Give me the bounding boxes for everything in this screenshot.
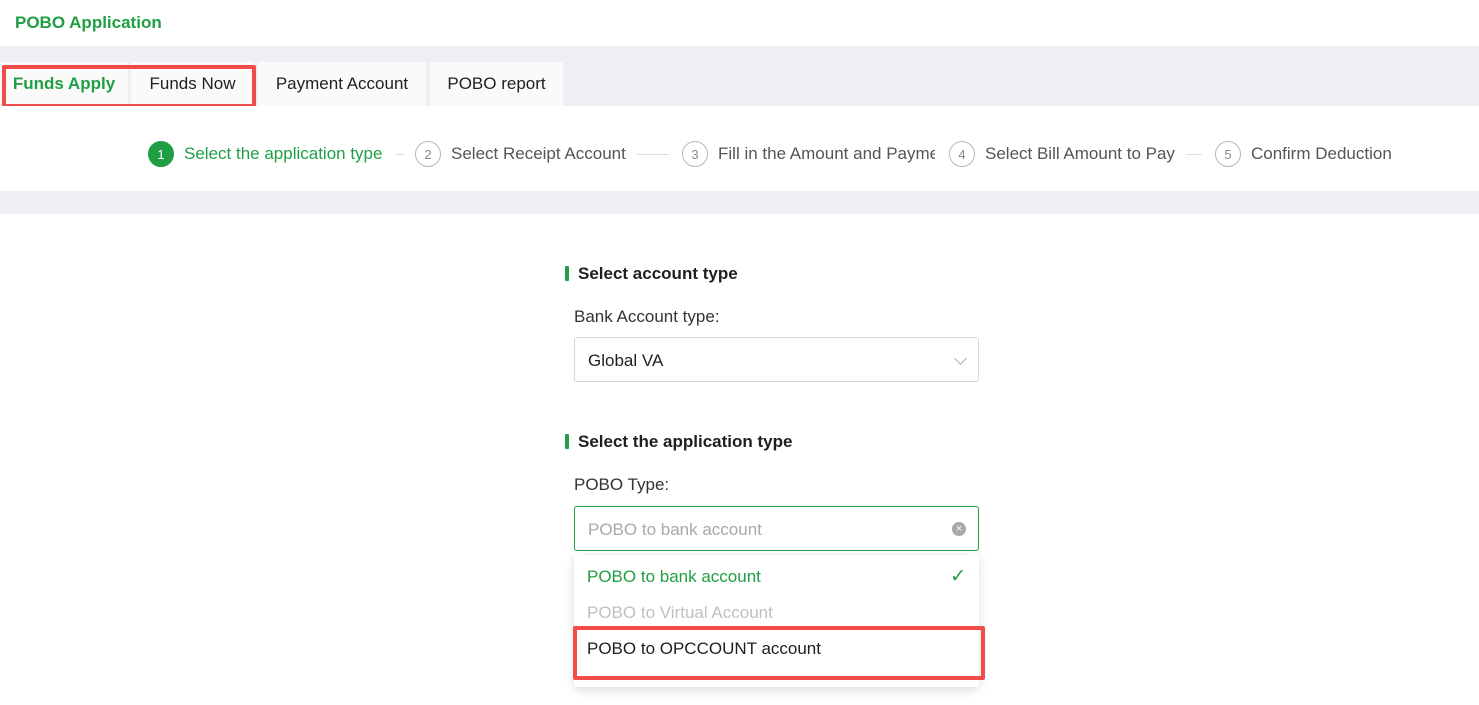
bank-account-type-select[interactable]: Global VA [574, 337, 979, 382]
check-icon: ✓ [950, 566, 966, 587]
step-5: 5 Confirm Deduction [1215, 141, 1392, 167]
option-label: POBO to Virtual Account [587, 603, 773, 622]
step-4: 4 Select Bill Amount to Pay [949, 141, 1175, 167]
bank-account-type-value: Global VA [588, 351, 664, 370]
application-section-title: Select the application type [565, 432, 792, 452]
option-label: POBO to bank account [587, 567, 761, 586]
step-indicator: 1 Select the application type 2 Select R… [0, 106, 1479, 191]
option-pobo-bank-account[interactable]: POBO to bank account ✓ [574, 559, 979, 595]
pobo-type-label: POBO Type: [574, 475, 670, 494]
app-header: POBO Application [0, 0, 1479, 46]
step-label: Select Bill Amount to Pay [985, 144, 1175, 163]
step-connector [396, 154, 404, 155]
bank-account-type-label: Bank Account type: [574, 307, 720, 326]
step-number: 5 [1215, 141, 1241, 167]
tab-bar: Funds Apply Funds Now Payment Account PO… [0, 46, 1479, 108]
step-label: Select the application type [184, 144, 383, 163]
step-3: 3 Fill in the Amount and Payme [682, 141, 935, 167]
option-highlight-box [573, 626, 985, 680]
divider-band [0, 191, 1479, 214]
clear-icon[interactable]: × [952, 522, 966, 536]
step-connector [1186, 154, 1202, 155]
tab-highlight-box [2, 65, 256, 108]
pobo-type-select[interactable]: POBO to bank account × [574, 506, 979, 551]
step-connector [637, 154, 669, 155]
step-label: Select Receipt Account [451, 144, 626, 163]
chevron-down-icon [954, 352, 967, 365]
step-2: 2 Select Receipt Account [415, 141, 626, 167]
step-1: 1 Select the application type [148, 141, 383, 167]
tab-payment-account[interactable]: Payment Account [258, 62, 426, 106]
account-section-title: Select account type [565, 264, 738, 284]
pobo-type-placeholder: POBO to bank account [588, 520, 762, 539]
step-number: 4 [949, 141, 975, 167]
application-form: Select account type Bank Account type: G… [0, 214, 1479, 705]
step-number: 3 [682, 141, 708, 167]
step-label: Fill in the Amount and Payme [718, 144, 935, 163]
step-label: Confirm Deduction [1251, 144, 1392, 163]
step-number: 1 [148, 141, 174, 167]
step-number: 2 [415, 141, 441, 167]
tab-pobo-report[interactable]: POBO report [430, 62, 563, 106]
app-title: POBO Application [15, 13, 162, 32]
